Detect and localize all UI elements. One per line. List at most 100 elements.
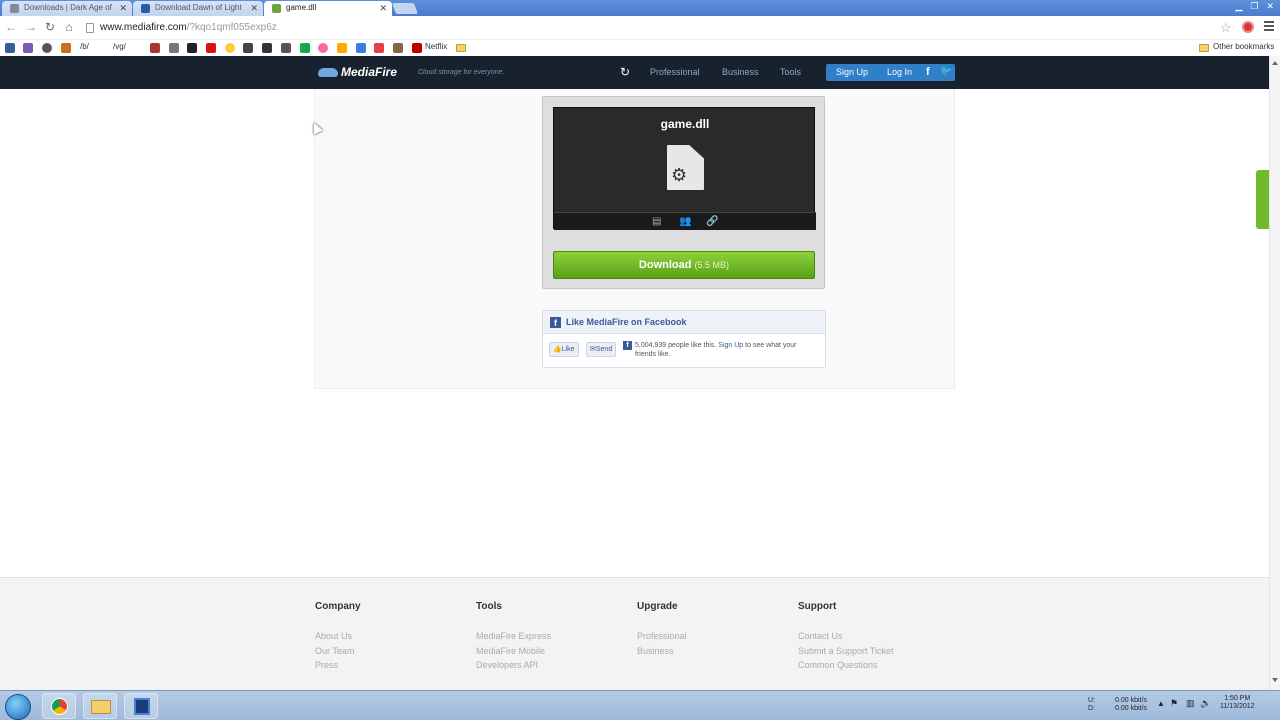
bookmark-icon[interactable] — [61, 43, 71, 53]
footer-link[interactable]: Submit a Support Ticket — [798, 644, 894, 659]
facebook-send-button[interactable]: ✉Send — [586, 342, 617, 357]
other-bookmarks-folder-icon[interactable] — [1199, 44, 1209, 52]
site-tagline: Cloud storage for everyone. — [418, 69, 505, 76]
bookmark-icon[interactable] — [243, 43, 253, 53]
bookmark-netflix-icon[interactable] — [412, 43, 422, 53]
start-button[interactable] — [5, 694, 31, 720]
extension-icon[interactable] — [1242, 21, 1254, 33]
nav-tools[interactable]: Tools — [780, 67, 801, 77]
facebook-signup-link[interactable]: Sign Up — [718, 342, 743, 349]
footer-link[interactable]: Business — [637, 644, 687, 659]
bookmark-icon[interactable] — [318, 43, 328, 53]
window-controls: ▁ ❐ ✕ — [1235, 0, 1274, 12]
facebook-like-header: f Like MediaFire on Facebook — [543, 311, 825, 334]
sync-icon[interactable]: ↻ — [620, 65, 630, 79]
sign-up-button[interactable]: Sign Up — [836, 67, 868, 77]
tray-flag-icon[interactable]: ⚑ — [1170, 699, 1178, 708]
scroll-up-icon[interactable] — [1272, 61, 1278, 65]
bookmark-icon[interactable] — [262, 43, 272, 53]
facebook-icon[interactable]: f — [926, 66, 930, 78]
bookmark-icon[interactable] — [300, 43, 310, 53]
bookmark-b[interactable]: /b/ — [80, 42, 89, 51]
browser-tab[interactable]: Downloads | Dark Age of ✕ — [2, 1, 132, 16]
url-host: www.mediafire.com — [100, 22, 187, 33]
menu-icon[interactable] — [1264, 21, 1274, 31]
chrome-icon — [51, 698, 68, 715]
close-tab-icon[interactable]: ✕ — [250, 1, 258, 15]
footer-link[interactable]: MediaFire Express — [476, 629, 551, 644]
footer-link[interactable]: MediaFire Mobile — [476, 644, 551, 659]
twitter-icon[interactable]: 🐦 — [940, 66, 952, 77]
close-window-icon[interactable]: ✕ — [1266, 0, 1274, 12]
page-scrollbar[interactable] — [1269, 56, 1280, 690]
facebook-like-button[interactable]: 👍Like — [549, 342, 579, 357]
restore-icon[interactable]: ❐ — [1250, 0, 1258, 12]
bookmark-icon[interactable] — [225, 43, 235, 53]
footer-link[interactable]: Professional — [637, 629, 687, 644]
tray-volume-icon[interactable]: 🔈 — [1200, 699, 1211, 708]
footer-link[interactable]: Developers API — [476, 658, 551, 673]
bookmark-star-icon[interactable]: ☆ — [1220, 20, 1232, 36]
bookmark-icon[interactable] — [281, 43, 291, 53]
net-down: 0.00 kbit/s — [1115, 705, 1147, 712]
bookmark-icon[interactable] — [23, 43, 33, 53]
clock-date: 11/13/2012 — [1220, 703, 1255, 710]
new-tab-button[interactable] — [391, 3, 419, 14]
folder-icon — [91, 700, 111, 714]
nav-business[interactable]: Business — [722, 67, 759, 77]
file-name: game.dll — [660, 117, 710, 131]
bookmark-icon[interactable] — [150, 43, 160, 53]
bookmark-youtube-icon[interactable] — [206, 43, 216, 53]
taskbar-explorer[interactable] — [83, 693, 117, 719]
bookmark-icon[interactable] — [356, 43, 366, 53]
minimize-icon[interactable]: ▁ — [1235, 0, 1242, 12]
taskbar-chrome[interactable] — [42, 693, 76, 719]
bookmark-icon[interactable] — [187, 43, 197, 53]
scroll-down-icon[interactable] — [1272, 678, 1278, 682]
reload-icon[interactable]: ↻ — [43, 20, 57, 34]
bookmark-netflix[interactable]: Netflix — [425, 42, 447, 51]
back-icon[interactable]: ← — [4, 20, 18, 34]
footer-link[interactable]: About Us — [315, 629, 361, 644]
feedback-tab[interactable] — [1256, 170, 1269, 229]
mediafire-logo[interactable]: MediaFire — [318, 65, 397, 79]
share-users-icon[interactable]: 👥 — [679, 216, 691, 227]
other-bookmarks[interactable]: Other bookmarks — [1213, 42, 1274, 51]
log-in-button[interactable]: Log In — [887, 67, 912, 77]
browser-tab[interactable]: Download Dawn of Light ✕ — [133, 1, 263, 16]
bookmark-facebook-icon[interactable] — [5, 43, 15, 53]
footer-link[interactable]: Press — [315, 658, 361, 673]
taskbar-media[interactable] — [124, 693, 158, 719]
bookmark-icon[interactable] — [169, 43, 179, 53]
tray-expand-icon[interactable]: ▲ — [1157, 700, 1165, 708]
link-icon[interactable]: 🔗 — [706, 216, 718, 227]
bookmark-vg[interactable]: /vg/ — [113, 42, 126, 51]
tray-network-icon[interactable]: ▥ — [1186, 699, 1195, 708]
nav-professional[interactable]: Professional — [650, 67, 700, 77]
tab-favicon-icon — [272, 4, 281, 13]
file-info-icon[interactable]: ▤ — [652, 216, 661, 227]
bookmark-icon[interactable] — [42, 43, 52, 53]
bookmark-icon[interactable] — [393, 43, 403, 53]
file-size: (5.5 MB) — [694, 260, 730, 270]
net-up: 0.00 kbit/s — [1115, 697, 1147, 704]
address-bar[interactable]: www.mediafire.com/?kqo1qmf055exp6z — [84, 19, 1214, 36]
facebook-like-title[interactable]: Like MediaFire on Facebook — [566, 317, 687, 327]
footer-link[interactable]: Our Team — [315, 644, 361, 659]
browser-tab-active[interactable]: game.dll ✕ — [264, 1, 392, 16]
clock[interactable]: 1:50 PM 11/13/2012 — [1220, 695, 1255, 711]
close-tab-icon[interactable]: ✕ — [119, 1, 127, 15]
home-icon[interactable]: ⌂ — [62, 20, 76, 34]
footer-link[interactable]: Contact Us — [798, 629, 894, 644]
footer-column-company: Company About Us Our Team Press — [315, 601, 361, 673]
close-tab-icon[interactable]: ✕ — [379, 1, 387, 15]
bookmark-gmail-icon[interactable] — [374, 43, 384, 53]
bookmark-icon[interactable] — [337, 43, 347, 53]
footer-link[interactable]: Common Questions — [798, 658, 894, 673]
forward-icon[interactable]: → — [24, 20, 38, 34]
footer-heading: Support — [798, 601, 837, 612]
download-label: Download — [638, 259, 692, 271]
download-button[interactable]: Download (5.5 MB) — [553, 251, 815, 279]
footer-heading: Tools — [476, 601, 502, 612]
bookmark-folder-icon[interactable] — [456, 44, 466, 52]
